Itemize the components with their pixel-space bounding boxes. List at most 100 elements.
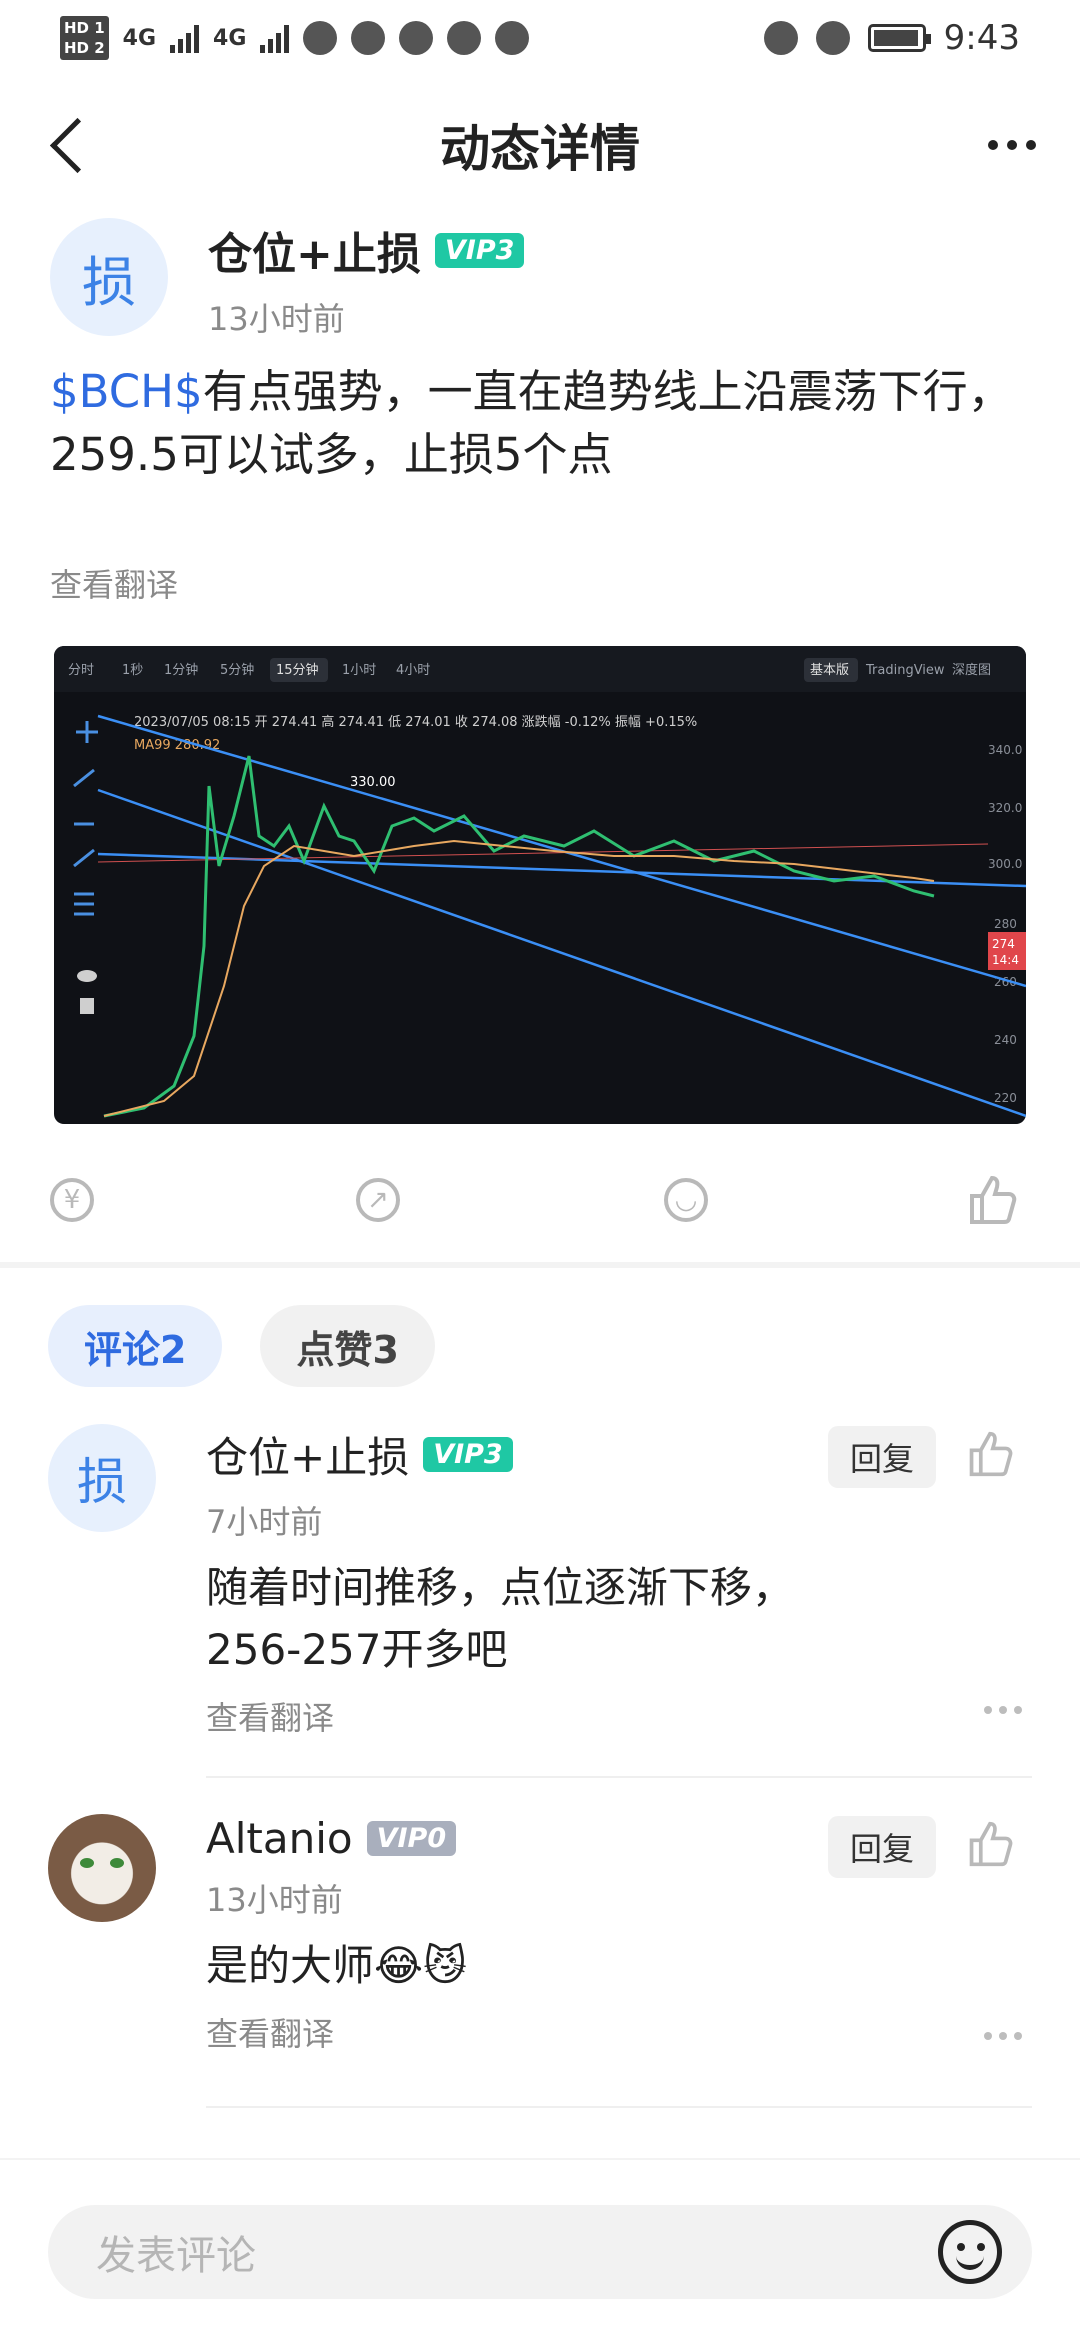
crosshair-tool-icon[interactable] bbox=[76, 721, 98, 743]
comment-more-icon[interactable] bbox=[984, 1706, 1022, 1714]
vip-badge: VIP0 bbox=[366, 1821, 457, 1856]
reply-button[interactable]: 回复 bbox=[827, 1816, 936, 1878]
tf-1[interactable]: 分时 bbox=[68, 663, 94, 678]
price-tick-2: 320.0 bbox=[988, 801, 1022, 815]
section-divider bbox=[0, 1262, 1080, 1268]
tf-3[interactable]: 1分钟 bbox=[164, 662, 198, 678]
comment-author[interactable]: Altanio bbox=[206, 1814, 353, 1863]
status-left: HD 1 HD 2 4G 4G bbox=[60, 16, 530, 60]
tf-2[interactable]: 1秒 bbox=[122, 663, 143, 678]
comment-icon: ◡ bbox=[664, 1178, 708, 1222]
page-title: 动态详情 bbox=[440, 120, 640, 178]
signal-icon bbox=[170, 23, 200, 53]
chart-svg: 分时 1秒 1分钟 5分钟 15分钟 1小时 4小时 基本版 TradingVi… bbox=[54, 646, 1026, 1118]
vip-badge: VIP3 bbox=[434, 232, 525, 268]
vip-badge: VIP3 bbox=[423, 1437, 513, 1472]
sim-badges: HD 1 HD 2 bbox=[60, 16, 109, 60]
comment-input[interactable]: 发表评论 bbox=[48, 2205, 1032, 2299]
like-button[interactable] bbox=[962, 1170, 1022, 1230]
tf-6[interactable]: 1小时 bbox=[342, 663, 376, 678]
sim2-label: HD 2 bbox=[64, 39, 105, 57]
reply-button[interactable]: 回复 bbox=[827, 1426, 936, 1488]
comment-separator bbox=[206, 1776, 1032, 1778]
current-price: 274 bbox=[992, 937, 1015, 951]
wifi-icon bbox=[303, 21, 338, 55]
comment-item: 损 仓位+止损 VIP3 7小时前 随着时间推移，点位逐渐下移， 256-257… bbox=[48, 1424, 1032, 1737]
tab-comments[interactable]: 评论2 bbox=[48, 1305, 223, 1387]
mode-tv[interactable]: TradingView bbox=[865, 663, 945, 678]
translate-link[interactable]: 查看翻译 bbox=[206, 1693, 1026, 1739]
status-right: 9:43 bbox=[763, 18, 1020, 58]
share-icon: ↗ bbox=[356, 1178, 400, 1222]
yen-icon: ¥ bbox=[50, 1178, 94, 1222]
thumbs-up-icon bbox=[970, 1175, 1017, 1224]
post-time: 13小时前 bbox=[208, 300, 345, 338]
ma99-line bbox=[103, 839, 935, 1117]
app-header: 动态详情 bbox=[0, 90, 1080, 200]
wechat-icon bbox=[351, 21, 386, 55]
author-name[interactable]: 仓位+止损 bbox=[208, 218, 421, 282]
avatar[interactable]: 损 bbox=[50, 218, 168, 336]
channel-tool-icon[interactable] bbox=[74, 892, 94, 916]
line-tool-icon[interactable] bbox=[73, 768, 95, 788]
comment-item: Altanio VIP0 13小时前 是的大师😂😼 查看翻译 回复 bbox=[48, 1814, 1032, 2054]
vibrate-icon bbox=[815, 21, 850, 55]
price-tick-7: 220 bbox=[994, 1091, 1017, 1105]
battery-icon bbox=[867, 24, 931, 52]
translate-link[interactable]: 查看翻译 bbox=[50, 560, 178, 606]
tf-7[interactable]: 4小时 bbox=[396, 663, 430, 678]
comment-time: 7小时前 bbox=[206, 1503, 323, 1541]
comment-line2: 256-257开多吧 bbox=[206, 1625, 508, 1674]
price-tick-4: 280 bbox=[994, 917, 1017, 931]
comment-avatar[interactable] bbox=[48, 1814, 156, 1922]
clock: 9:43 bbox=[943, 18, 1020, 58]
chart-screenshot[interactable]: 分时 1秒 1分钟 5分钟 15分钟 1小时 4小时 基本版 TradingVi… bbox=[54, 646, 1026, 1124]
thumbs-up-icon[interactable] bbox=[966, 1820, 1014, 1868]
reward-button[interactable]: ¥ bbox=[42, 1170, 102, 1230]
network-label-1: 4G bbox=[122, 25, 157, 51]
comment-avatar[interactable]: 损 bbox=[48, 1424, 156, 1532]
signal-icon-2 bbox=[260, 23, 290, 53]
action-bar: ¥ ↗ ◡ bbox=[0, 1170, 1080, 1250]
alarm-icon bbox=[763, 21, 798, 55]
fib-tool-icon[interactable] bbox=[73, 848, 95, 868]
price-series bbox=[103, 755, 935, 1118]
eye-icon[interactable] bbox=[77, 970, 97, 982]
comment-text: 随着时间推移，点位逐渐下移， 256-257开多吧 bbox=[206, 1557, 1026, 1681]
back-arrow-icon[interactable] bbox=[44, 114, 104, 174]
ticker-tag[interactable]: $BCH$ bbox=[50, 365, 203, 418]
comment-separator bbox=[206, 2106, 1032, 2108]
comment-composer: 发表评论 bbox=[0, 2158, 1080, 2340]
emoji-icon[interactable] bbox=[938, 2220, 1002, 2284]
price-tick-1: 340.0 bbox=[988, 743, 1022, 757]
comment-button[interactable]: ◡ bbox=[656, 1170, 716, 1230]
weibo-icon bbox=[447, 21, 482, 55]
translate-link[interactable]: 查看翻译 bbox=[206, 2009, 1026, 2055]
price-tick-6: 240 bbox=[994, 1033, 1017, 1047]
comment-tabs: 评论2 点赞3 bbox=[48, 1305, 435, 1387]
comment-author[interactable]: 仓位+止损 bbox=[206, 1424, 409, 1485]
trash-icon[interactable] bbox=[80, 998, 94, 1014]
mode-basic[interactable]: 基本版 bbox=[810, 663, 849, 678]
post-text-line1: 有点强势，一直在趋势线上沿震荡下行， bbox=[202, 365, 1013, 418]
network-label-2: 4G bbox=[213, 25, 247, 51]
share-button[interactable]: ↗ bbox=[348, 1170, 408, 1230]
post-text-line2: 259.5可以试多，止损5个点 bbox=[50, 428, 613, 481]
author-info: 仓位+止损 VIP3 13小时前 bbox=[208, 218, 525, 340]
status-bar: HD 1 HD 2 4G 4G 9:43 bbox=[0, 0, 1080, 76]
tf-4[interactable]: 5分钟 bbox=[220, 662, 254, 678]
mode-depth[interactable]: 深度图 bbox=[952, 662, 991, 678]
price-tick-3: 300.0 bbox=[988, 857, 1022, 871]
more-options-icon[interactable] bbox=[982, 120, 1042, 170]
tab-likes[interactable]: 点赞3 bbox=[260, 1305, 435, 1387]
tf-5[interactable]: 15分钟 bbox=[276, 662, 319, 678]
post-text: $BCH$有点强势，一直在趋势线上沿震荡下行， 259.5可以试多，止损5个点 bbox=[50, 360, 1040, 486]
alipay-icon bbox=[495, 21, 530, 55]
comment-more-icon[interactable] bbox=[984, 2032, 1022, 2040]
app-icon bbox=[399, 21, 434, 55]
lower-trend-line bbox=[97, 788, 1026, 1118]
comment-time: 13小时前 bbox=[206, 1881, 343, 1919]
peak-label: 330.00 bbox=[350, 775, 396, 790]
current-time: 14:4 bbox=[992, 953, 1019, 967]
thumbs-up-icon[interactable] bbox=[966, 1430, 1014, 1478]
